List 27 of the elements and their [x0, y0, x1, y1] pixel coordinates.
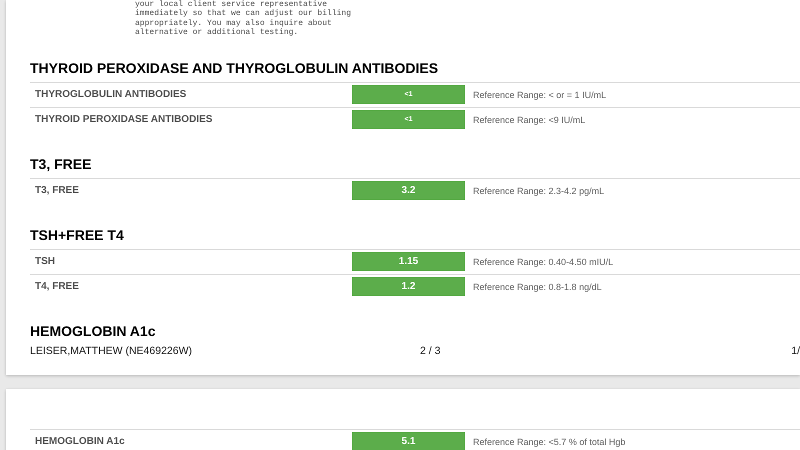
notice-text: alternative or additional testing. [135, 28, 300, 38]
section-heading: HEMOGLOBIN A1c [30, 322, 156, 339]
reference-range: Reference Range: 0.40-4.50 mIU/L [472, 256, 614, 267]
section-heading: T3, FREE [30, 156, 92, 172]
test-name: HEMOGLOBIN A1c [34, 436, 126, 448]
reference-range: Reference Range: 0.8-1.8 ng/dL [472, 282, 603, 292]
reference-range: Reference Range: 2.3-4.2 pg/mL [472, 186, 606, 196]
test-name: T4, FREE [34, 281, 80, 292]
test-name: THYROGLOBULIN ANTIBODIES [34, 89, 188, 100]
reference-range: Reference Range: <9 IU/mL [472, 114, 586, 125]
result-value: 1.2 [352, 277, 465, 296]
section-heading: TSH+FREE T4 [30, 226, 125, 243]
notice-text: appropriately. You may also inquire about [135, 18, 333, 28]
notice-text: immediately so that we can adjust our billing [135, 9, 352, 19]
reference-range: Reference Range: < or = 1 IU/mL [472, 90, 608, 100]
patient-name: LEISER,MATTHEW (NE469226W) [30, 344, 194, 357]
test-name: TSH [34, 256, 56, 268]
page-number: 2 / 3 [420, 344, 442, 357]
page-number: 1/ [791, 344, 800, 357]
notice-text: your local client service representative [135, 0, 328, 9]
test-name: THYROID PEROXIDASE ANTIBODIES [34, 114, 214, 126]
reference-range: Reference Range: <5.7 % of total Hgb [472, 436, 626, 447]
result-value: 1.15 [352, 252, 465, 272]
result-value: 5.1 [352, 432, 465, 450]
test-name: T3, FREE [34, 185, 80, 196]
result-value: 3.2 [352, 181, 465, 200]
section-heading: THYROID PEROXIDASE AND THYROGLOBULIN ANTIBODIES [30, 60, 440, 76]
